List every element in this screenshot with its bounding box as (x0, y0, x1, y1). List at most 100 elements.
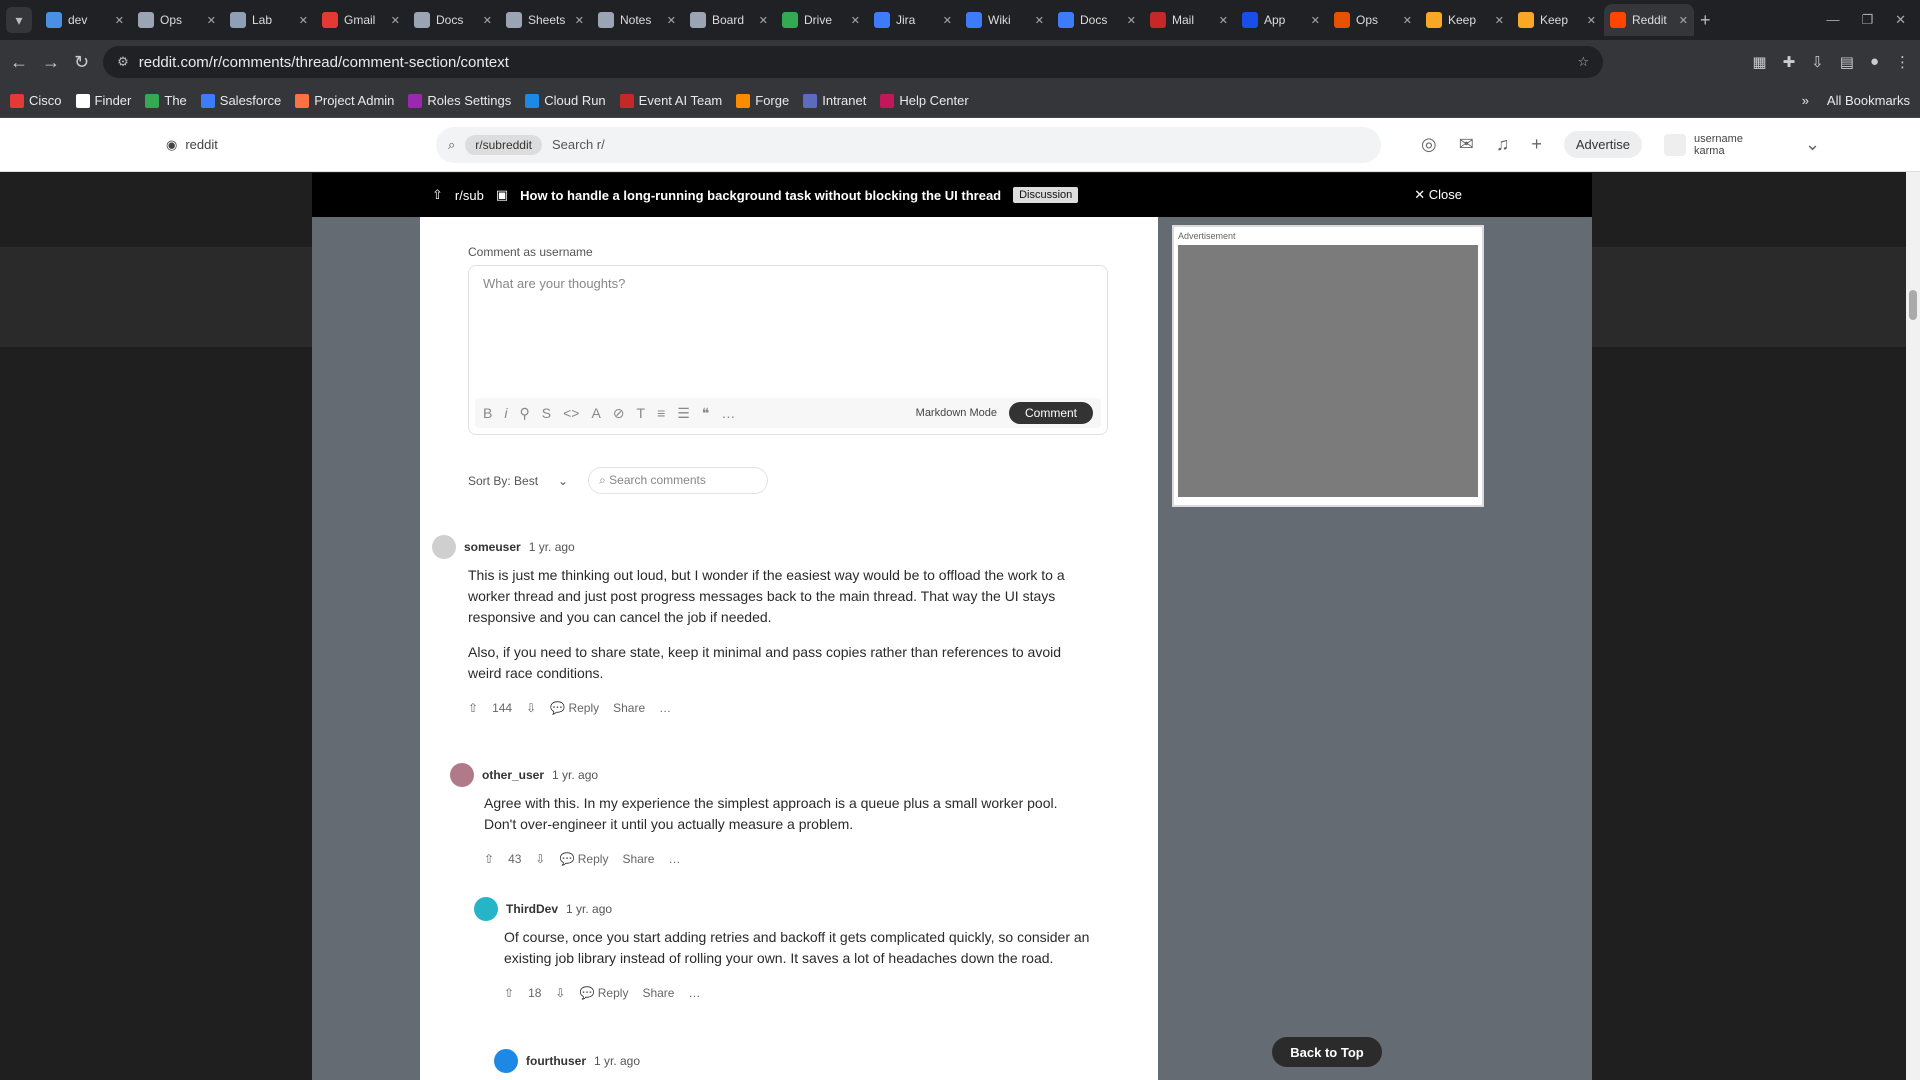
tab-close-icon[interactable]: ✕ (115, 14, 124, 27)
tab-close-icon[interactable]: ✕ (1495, 14, 1504, 27)
heading-icon[interactable]: T (637, 405, 646, 421)
spoiler-icon[interactable]: ⊘ (613, 405, 625, 422)
browser-tab[interactable]: App ✕ (1236, 4, 1326, 36)
comment-author[interactable]: other_user (482, 765, 544, 786)
minimize-icon[interactable]: — (1826, 12, 1839, 28)
bookmark-item[interactable]: Salesforce (200, 93, 281, 108)
upvote-icon[interactable]: ⇧ (432, 187, 443, 203)
sidepanel-icon[interactable]: ▤ (1840, 53, 1854, 71)
comment-author[interactable]: fourthuser (526, 1051, 586, 1072)
tab-close-icon[interactable]: ✕ (851, 14, 860, 27)
bookmark-item[interactable]: Finder (75, 93, 131, 108)
browser-tab[interactable]: Reddit ✕ (1604, 4, 1694, 36)
browser-tab[interactable]: Sheets ✕ (500, 4, 590, 36)
downvote-icon[interactable]: ⇩ (555, 983, 565, 1004)
scrollbar-thumb[interactable] (1909, 290, 1917, 320)
tab-close-icon[interactable]: ✕ (207, 14, 216, 27)
tab-close-icon[interactable]: ✕ (667, 14, 676, 27)
number-list-icon[interactable]: ☰ (677, 405, 690, 422)
avatar[interactable] (474, 897, 498, 921)
bookmark-item[interactable]: Cisco (10, 93, 62, 108)
bookmark-item[interactable]: Event AI Team (619, 93, 722, 108)
chevron-down-icon[interactable]: ⌄ (558, 474, 568, 488)
bookmark-item[interactable]: Help Center (880, 93, 969, 108)
new-tab-icon[interactable]: + (1700, 10, 1711, 31)
reply-button[interactable]: 💬 Reply (579, 983, 628, 1004)
downvote-icon[interactable]: ⇩ (526, 698, 536, 719)
bookmark-item[interactable]: Roles Settings (408, 93, 511, 108)
share-button[interactable]: Share (613, 698, 645, 719)
download-icon[interactable]: ⇩ (1811, 53, 1824, 71)
tab-close-icon[interactable]: ✕ (1679, 14, 1688, 27)
chat-icon[interactable]: ✉ (1459, 134, 1474, 155)
back-icon[interactable]: ← (10, 52, 28, 73)
avatar[interactable] (450, 763, 474, 787)
strike-icon[interactable]: S (542, 405, 551, 421)
downvote-icon[interactable]: ⇩ (535, 849, 545, 870)
close-post-button[interactable]: ✕ Close (1414, 187, 1462, 203)
comment-author[interactable]: ThirdDev (506, 899, 558, 920)
code-icon[interactable]: <> (563, 405, 579, 421)
browser-tab[interactable]: Board ✕ (684, 4, 774, 36)
maximize-icon[interactable]: ❐ (1861, 12, 1873, 28)
bookmark-item[interactable]: Project Admin (295, 93, 394, 108)
search-comments-input[interactable]: ⌕ Search comments (588, 467, 769, 494)
tab-close-icon[interactable]: ✕ (299, 14, 308, 27)
link-icon[interactable]: ⚲ (519, 405, 529, 422)
profile-icon[interactable]: ● (1870, 53, 1879, 71)
more-icon[interactable]: … (659, 698, 671, 719)
browser-tab[interactable]: Keep ✕ (1420, 4, 1510, 36)
site-search-bar[interactable]: ⌕ r/subreddit Search r/ (436, 126, 1381, 163)
forward-icon[interactable]: → (42, 52, 60, 73)
browser-tab[interactable]: Mail ✕ (1144, 4, 1234, 36)
browser-tab[interactable]: dev ✕ (40, 4, 130, 36)
tab-close-icon[interactable]: ✕ (1403, 14, 1412, 27)
menu-icon[interactable]: ⋮ (1895, 53, 1910, 71)
community-name[interactable]: r/sub (455, 188, 484, 203)
more-icon[interactable]: … (721, 405, 735, 421)
quote-icon[interactable]: ❝ (702, 405, 710, 422)
bookmark-star-icon[interactable]: ☆ (1577, 54, 1589, 70)
extension-icon[interactable]: ▦ (1752, 53, 1766, 71)
comment-submit-button[interactable]: Comment (1008, 402, 1093, 424)
avatar[interactable] (494, 1049, 518, 1073)
comment-author[interactable]: someuser (464, 537, 521, 558)
bookmark-item[interactable]: Intranet (803, 93, 866, 108)
back-to-top-button[interactable]: Back to Top (1272, 1037, 1382, 1067)
sort-dropdown[interactable]: Sort By: Best (468, 474, 538, 488)
account-menu[interactable]: username karma (1664, 133, 1743, 157)
subreddit-chip[interactable]: r/subreddit (465, 134, 542, 155)
tab-close-icon[interactable]: ✕ (943, 14, 952, 27)
chevron-down-icon[interactable]: ⌄ (1805, 134, 1820, 155)
site-logo[interactable]: ◉ reddit (166, 137, 406, 153)
tab-close-icon[interactable]: ✕ (759, 14, 768, 27)
tab-close-icon[interactable]: ✕ (1311, 14, 1320, 27)
share-button[interactable]: Share (642, 983, 674, 1004)
italic-icon[interactable]: i (504, 405, 507, 421)
tab-search-icon[interactable]: ▾ (6, 7, 32, 33)
tab-close-icon[interactable]: ✕ (1127, 14, 1136, 27)
bold-icon[interactable]: B (483, 405, 492, 421)
share-button[interactable]: Share (622, 849, 654, 870)
avatar[interactable] (432, 535, 456, 559)
reply-button[interactable]: 💬 Reply (559, 849, 608, 870)
reply-button[interactable]: 💬 Reply (550, 698, 599, 719)
browser-tab[interactable]: Wiki ✕ (960, 4, 1050, 36)
comment-textarea[interactable]: What are your thoughts? B i ⚲ S <> A ⊘ T… (468, 265, 1108, 435)
close-window-icon[interactable]: ✕ (1895, 12, 1906, 28)
browser-tab[interactable]: Gmail ✕ (316, 4, 406, 36)
tab-close-icon[interactable]: ✕ (1587, 14, 1596, 27)
address-bar[interactable]: ⚙ reddit.com/r/comments/thread/comment-s… (103, 46, 1604, 78)
browser-tab[interactable]: Drive ✕ (776, 4, 866, 36)
tab-close-icon[interactable]: ✕ (575, 14, 584, 27)
superscript-icon[interactable]: A (591, 405, 600, 421)
browser-tab[interactable]: Ops ✕ (1328, 4, 1418, 36)
bookmark-item[interactable]: Forge (736, 93, 789, 108)
browser-tab[interactable]: Lab ✕ (224, 4, 314, 36)
site-info-icon[interactable]: ⚙ (117, 54, 129, 70)
browser-tab[interactable]: Ops ✕ (132, 4, 222, 36)
browser-tab[interactable]: Docs ✕ (408, 4, 498, 36)
upvote-icon[interactable]: ⇧ (468, 698, 478, 719)
bookmark-item[interactable]: The (145, 93, 187, 108)
more-icon[interactable]: … (688, 983, 700, 1004)
